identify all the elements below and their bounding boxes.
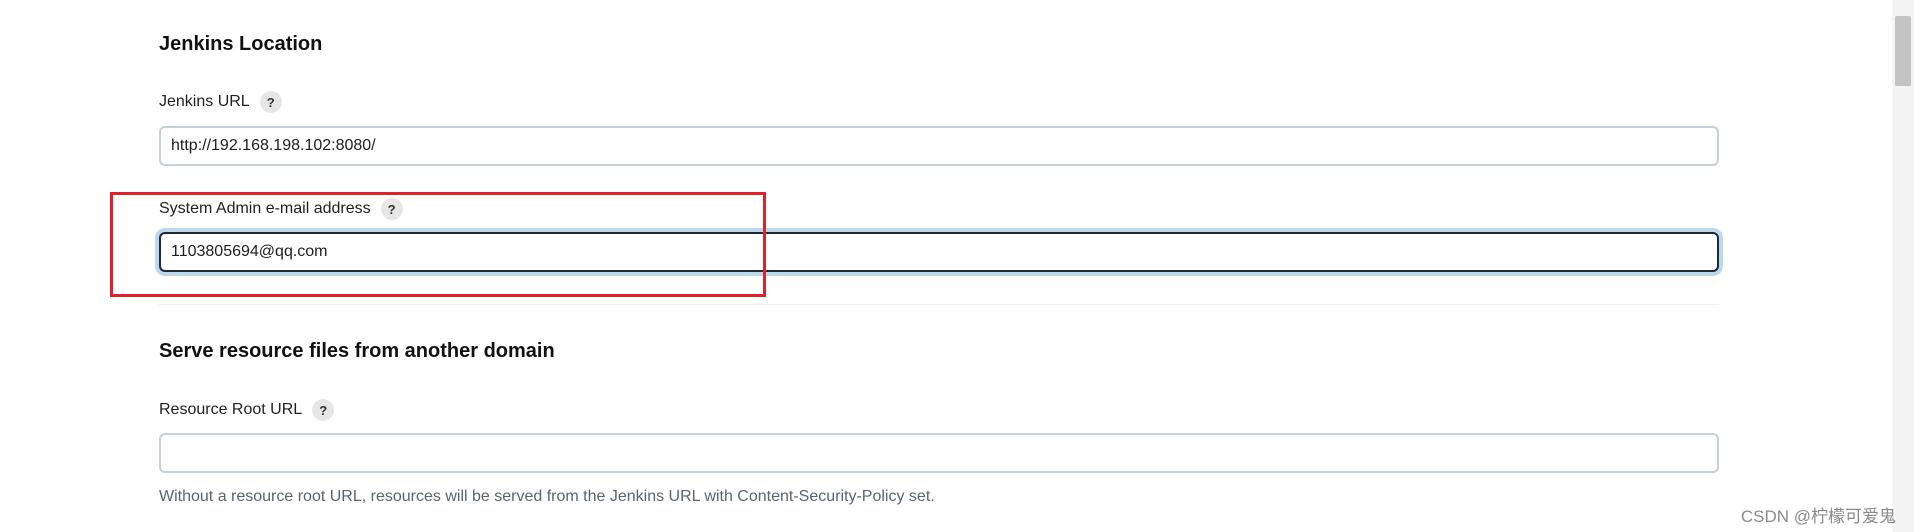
watermark: CSDN @柠檬可爱鬼 [1740,507,1896,526]
red-highlight-box [110,192,766,297]
jenkins-url-help-icon[interactable]: ? [259,91,282,113]
resource-root-url-label: Resource Root URL [159,401,303,418]
resource-root-url-help-icon[interactable]: ? [312,399,335,421]
configure-page: Jenkins Location Jenkins URL ? System Ad… [0,0,1914,532]
section-title-jenkins-location: Jenkins Location [159,33,323,55]
jenkins-url-label: Jenkins URL [159,93,250,110]
resource-root-url-description: Without a resource root URL, resources w… [159,488,935,505]
section-divider [159,304,1719,305]
section-title-resource-domain: Serve resource files from another domain [159,340,555,362]
resource-root-url-label-row: Resource Root URL ? [159,399,335,421]
scrollbar-thumb[interactable] [1895,16,1911,86]
jenkins-url-input[interactable] [159,126,1719,166]
resource-root-url-input[interactable] [159,433,1719,473]
jenkins-url-label-row: Jenkins URL ? [159,91,282,113]
